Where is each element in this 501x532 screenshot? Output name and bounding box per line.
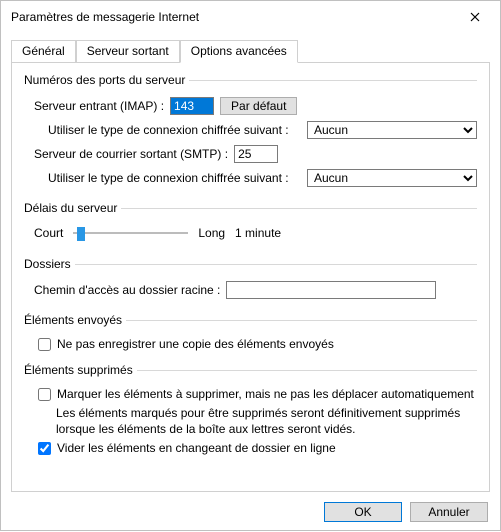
mark-for-deletion-description: Les éléments marqués pour être supprimés… — [56, 405, 477, 437]
legend-server-timeouts: Délais du serveur — [24, 201, 121, 215]
root-folder-input[interactable] — [226, 281, 436, 299]
no-save-copy-checkbox[interactable] — [38, 338, 51, 351]
mark-for-deletion-label: Marquer les éléments à supprimer, mais n… — [57, 387, 474, 401]
legend-deleted-items: Éléments supprimés — [24, 363, 137, 377]
purge-on-switch-checkbox[interactable] — [38, 442, 51, 455]
smtp-port-label: Serveur de courrier sortant (SMTP) : — [34, 147, 228, 161]
legend-sent-items: Éléments envoyés — [24, 313, 126, 327]
window-title: Paramètres de messagerie Internet — [11, 10, 199, 24]
imap-port-input[interactable] — [170, 97, 214, 115]
group-deleted-items: Éléments supprimés Marquer les éléments … — [24, 363, 477, 459]
ok-button[interactable]: OK — [324, 502, 402, 522]
group-server-ports: Numéros des ports du serveur Serveur ent… — [24, 73, 477, 193]
root-folder-label: Chemin d'accès au dossier racine : — [34, 283, 220, 297]
imap-encryption-select[interactable]: Aucun — [307, 121, 477, 139]
dialog-footer: OK Annuler — [1, 502, 500, 532]
use-defaults-button[interactable]: Par défaut — [220, 97, 297, 115]
legend-server-ports: Numéros des ports du serveur — [24, 73, 189, 87]
smtp-encryption-label: Utiliser le type de connexion chiffrée s… — [48, 171, 289, 185]
timeout-slider[interactable] — [73, 223, 188, 243]
timeout-long-label: Long — [198, 226, 225, 240]
imap-port-label: Serveur entrant (IMAP) : — [34, 99, 164, 113]
group-sent-items: Éléments envoyés Ne pas enregistrer une … — [24, 313, 477, 355]
tab-outgoing-server[interactable]: Serveur sortant — [76, 40, 180, 62]
purge-on-switch-label: Vider les éléments en changeant de dossi… — [57, 441, 336, 455]
tab-advanced[interactable]: Options avancées — [180, 40, 298, 63]
timeout-value: 1 minute — [235, 226, 281, 240]
no-save-copy-label: Ne pas enregistrer une copie des élément… — [57, 337, 334, 351]
cancel-button[interactable]: Annuler — [410, 502, 488, 522]
close-icon — [470, 12, 480, 22]
group-folders: Dossiers Chemin d'accès au dossier racin… — [24, 257, 477, 305]
group-server-timeouts: Délais du serveur Court Long 1 minute — [24, 201, 477, 249]
timeout-short-label: Court — [34, 226, 63, 240]
tabpanel-advanced: Numéros des ports du serveur Serveur ent… — [11, 62, 490, 492]
smtp-port-input[interactable] — [234, 145, 278, 163]
mark-for-deletion-checkbox[interactable] — [38, 388, 51, 401]
legend-folders: Dossiers — [24, 257, 75, 271]
tabstrip: Général Serveur sortant Options avancées — [1, 33, 500, 62]
close-button[interactable] — [458, 7, 492, 27]
imap-encryption-label: Utiliser le type de connexion chiffrée s… — [48, 123, 289, 137]
smtp-encryption-select[interactable]: Aucun — [307, 169, 477, 187]
tab-general[interactable]: Général — [11, 40, 76, 62]
titlebar: Paramètres de messagerie Internet — [1, 1, 500, 33]
